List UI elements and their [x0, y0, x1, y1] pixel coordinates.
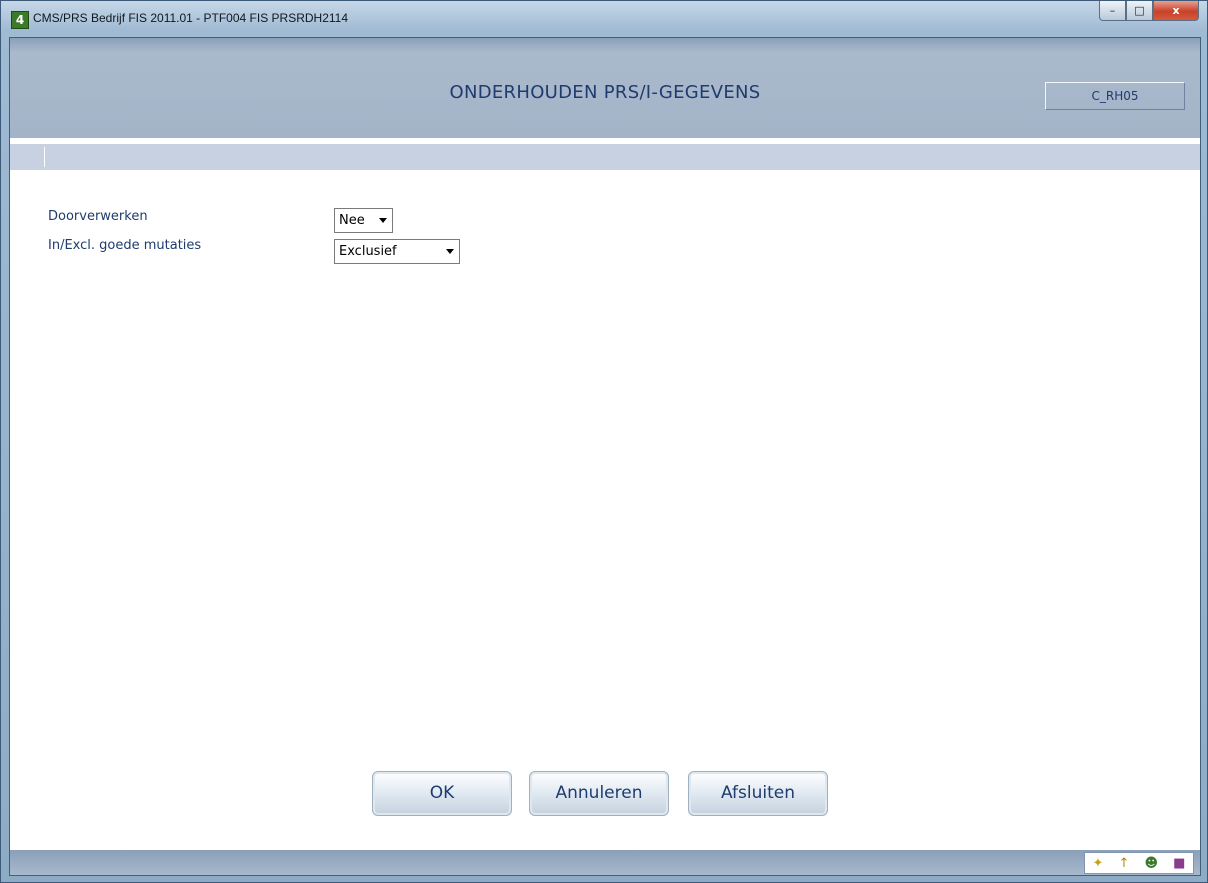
window-title: CMS/PRS Bedrijf FIS 2011.01 - PTF004 FIS… [33, 11, 349, 25]
dropdown-arrow-icon [379, 218, 387, 223]
pin-icon[interactable]: ↑ [1119, 857, 1130, 870]
status-bar: ✦ ↑ ☻ ■ [10, 850, 1200, 875]
page-title: ONDERHOUDEN PRS/I-GEGEVENS [449, 82, 761, 103]
tools-icon[interactable]: ✦ [1093, 857, 1104, 870]
mutaties-label: In/Excl. goede mutaties [48, 238, 202, 253]
mutaties-select[interactable]: Exclusief [334, 239, 460, 264]
annuleren-button[interactable]: Annuleren [529, 771, 669, 816]
title-bar[interactable]: 4 CMS/PRS Bedrijf FIS 2011.01 - PTF004 F… [1, 1, 1207, 37]
screen-code-field: C_RH05 [1045, 82, 1185, 110]
app-icon: 4 [11, 11, 29, 29]
mutaties-value: Exclusief [339, 244, 397, 259]
afsluiten-button[interactable]: Afsluiten [688, 771, 828, 816]
user-icon[interactable]: ☻ [1145, 857, 1159, 870]
application-window: 4 CMS/PRS Bedrijf FIS 2011.01 - PTF004 F… [0, 0, 1208, 883]
status-tray: ✦ ↑ ☻ ■ [1084, 852, 1194, 874]
dropdown-arrow-icon [446, 249, 454, 254]
minimize-button[interactable]: – [1099, 1, 1126, 21]
maximize-button[interactable]: □ [1126, 1, 1153, 21]
toolbar-divider [44, 147, 45, 167]
window-controls: – □ x [1099, 1, 1199, 23]
doorverwerken-select[interactable]: Nee [334, 208, 393, 233]
close-window-button[interactable]: x [1153, 1, 1199, 21]
ok-button[interactable]: OK [372, 771, 512, 816]
sub-toolbar [10, 144, 1200, 170]
doorverwerken-value: Nee [339, 213, 365, 228]
page-header: ONDERHOUDEN PRS/I-GEGEVENS C_RH05 [10, 38, 1200, 138]
box-icon[interactable]: ■ [1173, 857, 1185, 870]
doorverwerken-label: Doorverwerken [48, 209, 148, 224]
client-area: ONDERHOUDEN PRS/I-GEGEVENS C_RH05 Doorve… [9, 37, 1201, 876]
